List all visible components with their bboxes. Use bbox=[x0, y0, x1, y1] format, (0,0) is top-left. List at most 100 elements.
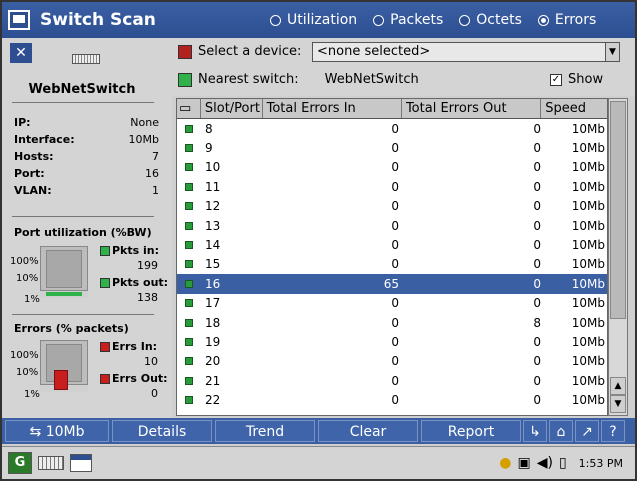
port-cell: 15 bbox=[205, 257, 221, 272]
table-row[interactable]: 14 0 0 10Mb bbox=[177, 235, 607, 254]
speed-cell: 10Mb bbox=[571, 276, 605, 291]
mode-packets-radio[interactable]: Packets bbox=[373, 12, 443, 28]
mode-label: Packets bbox=[390, 12, 444, 28]
scrollbar-thumb[interactable] bbox=[610, 101, 626, 319]
table-row[interactable]: 16 65 0 10Mb bbox=[177, 274, 607, 294]
check-icon[interactable]: ✓ bbox=[550, 73, 562, 86]
pkts-out-legend: Pkts out: bbox=[100, 276, 168, 289]
errors-out-cell: 0 bbox=[533, 179, 541, 194]
status-light-icon[interactable]: ● bbox=[499, 455, 511, 471]
report-button[interactable]: Report bbox=[421, 420, 521, 442]
speed-cell: 10Mb bbox=[571, 296, 605, 311]
details-button[interactable]: Details bbox=[112, 420, 212, 442]
port-cell: 11 bbox=[205, 179, 221, 194]
tools-icon[interactable]: ↗ bbox=[575, 420, 599, 442]
clipboard-icon[interactable]: ▣ bbox=[517, 455, 530, 471]
column-header-slot-port[interactable]: Slot/Port bbox=[201, 99, 263, 118]
table-row[interactable]: 10 0 0 10Mb bbox=[177, 158, 607, 177]
help-button[interactable]: ? bbox=[601, 420, 625, 442]
start-icon[interactable]: G bbox=[8, 452, 32, 474]
app-window-icon[interactable] bbox=[8, 10, 30, 30]
table-row[interactable]: 17 0 0 10Mb bbox=[177, 294, 607, 313]
table-row[interactable]: 15 0 0 10Mb bbox=[177, 255, 607, 274]
legend-label: Errs In: bbox=[112, 340, 158, 353]
pkts-in-legend: Pkts in: bbox=[100, 244, 159, 257]
port-status-cell bbox=[177, 202, 201, 211]
divider bbox=[12, 314, 154, 315]
table-row[interactable]: 22 0 0 10Mb bbox=[177, 390, 607, 409]
errors-in-cell: 0 bbox=[391, 141, 399, 156]
speed-label: 10Mb bbox=[45, 424, 85, 440]
port-status-icon bbox=[185, 357, 193, 366]
port-cell: 9 bbox=[205, 141, 213, 156]
chevron-down-icon[interactable]: ▼ bbox=[605, 43, 619, 61]
port-status-icon bbox=[185, 396, 193, 405]
column-toggle[interactable]: ▭ bbox=[177, 99, 201, 118]
column-header-speed[interactable]: Speed bbox=[541, 99, 607, 118]
port-cell: 14 bbox=[205, 238, 221, 253]
port-status-cell bbox=[177, 260, 201, 269]
column-header-errors-out[interactable]: Total Errors Out bbox=[402, 99, 542, 118]
speed-cell: 10Mb bbox=[571, 160, 605, 175]
port-status-cell bbox=[177, 124, 201, 133]
trend-button[interactable]: Trend bbox=[215, 420, 315, 442]
column-header-errors-in[interactable]: Total Errors In bbox=[263, 99, 402, 118]
table-row[interactable]: 20 0 0 10Mb bbox=[177, 352, 607, 371]
scroll-down-icon[interactable]: ▼ bbox=[610, 395, 626, 413]
table-row[interactable]: 9 0 0 10Mb bbox=[177, 138, 607, 157]
battery-icon[interactable]: ▯ bbox=[559, 455, 567, 471]
port-status-icon bbox=[185, 337, 193, 346]
port-status-icon bbox=[185, 182, 193, 191]
errors-in-cell: 0 bbox=[391, 238, 399, 253]
errors-out-cell: 0 bbox=[533, 393, 541, 408]
errors-out-cell: 0 bbox=[533, 257, 541, 272]
system-tray: ● ▣ ◀) ▯ 1:53 PM bbox=[499, 455, 635, 471]
info-key: Port: bbox=[14, 167, 45, 180]
switch-device-icon bbox=[72, 54, 100, 64]
home-icon[interactable]: ⌂ bbox=[549, 420, 573, 442]
info-value: 16 bbox=[145, 167, 159, 180]
speaker-icon[interactable]: ◀) bbox=[537, 455, 553, 471]
errors-gauge bbox=[34, 340, 89, 398]
port-status-icon bbox=[185, 318, 193, 327]
speed-button[interactable]: ⇆ 10Mb bbox=[5, 420, 109, 442]
table-row[interactable]: 21 0 0 10Mb bbox=[177, 371, 607, 390]
table-row[interactable]: 13 0 0 10Mb bbox=[177, 216, 607, 235]
return-icon[interactable]: ↳ bbox=[523, 420, 547, 442]
title-bar: Switch Scan Utilization Packets Octets E… bbox=[2, 2, 635, 38]
table-scrollbar[interactable]: ▲ ▼ bbox=[608, 98, 628, 416]
port-cell: 21 bbox=[205, 373, 221, 388]
mode-errors-radio[interactable]: Errors bbox=[537, 12, 596, 28]
errors-in-cell: 0 bbox=[391, 296, 399, 311]
mode-octets-radio[interactable]: Octets bbox=[459, 12, 522, 28]
close-icon[interactable]: ✕ bbox=[10, 43, 32, 63]
speed-cell: 10Mb bbox=[571, 257, 605, 272]
table-row[interactable]: 11 0 0 10Mb bbox=[177, 177, 607, 196]
port-status-icon bbox=[185, 299, 193, 308]
table-row[interactable]: 12 0 0 10Mb bbox=[177, 197, 607, 216]
speed-cell: 10Mb bbox=[571, 199, 605, 214]
table-row[interactable]: 18 0 8 10Mb bbox=[177, 313, 607, 332]
port-status-icon bbox=[185, 221, 193, 230]
clear-button[interactable]: Clear bbox=[318, 420, 418, 442]
port-status-cell bbox=[177, 318, 201, 327]
radio-dot bbox=[537, 14, 549, 26]
keyboard-icon[interactable] bbox=[38, 456, 64, 470]
switch-info-panel: ✕ WebNetSwitch IP: None Interface: 10Mb Ho… bbox=[2, 38, 172, 418]
device-dropdown[interactable]: <none selected> ▼ bbox=[312, 42, 620, 62]
pkts-out-bar bbox=[64, 292, 82, 296]
window-icon[interactable] bbox=[70, 454, 92, 472]
errors-in-cell: 65 bbox=[383, 276, 399, 291]
divider bbox=[12, 216, 154, 217]
scroll-up-icon[interactable]: ▲ bbox=[610, 377, 626, 395]
mode-utilization-radio[interactable]: Utilization bbox=[270, 12, 357, 28]
port-cell: 19 bbox=[205, 334, 221, 349]
errors-in-cell: 0 bbox=[391, 354, 399, 369]
switch-info-list: IP: None Interface: 10Mb Hosts: 7 Port: 16 V… bbox=[14, 116, 159, 201]
speed-cell: 10Mb bbox=[571, 141, 605, 156]
show-checkbox[interactable]: ✓ Show bbox=[550, 72, 603, 87]
table-row[interactable]: 8 0 0 10Mb bbox=[177, 119, 607, 138]
table-row[interactable]: 19 0 0 10Mb bbox=[177, 332, 607, 351]
info-row: Hosts: 7 bbox=[14, 150, 159, 167]
errors-in-cell: 0 bbox=[391, 315, 399, 330]
